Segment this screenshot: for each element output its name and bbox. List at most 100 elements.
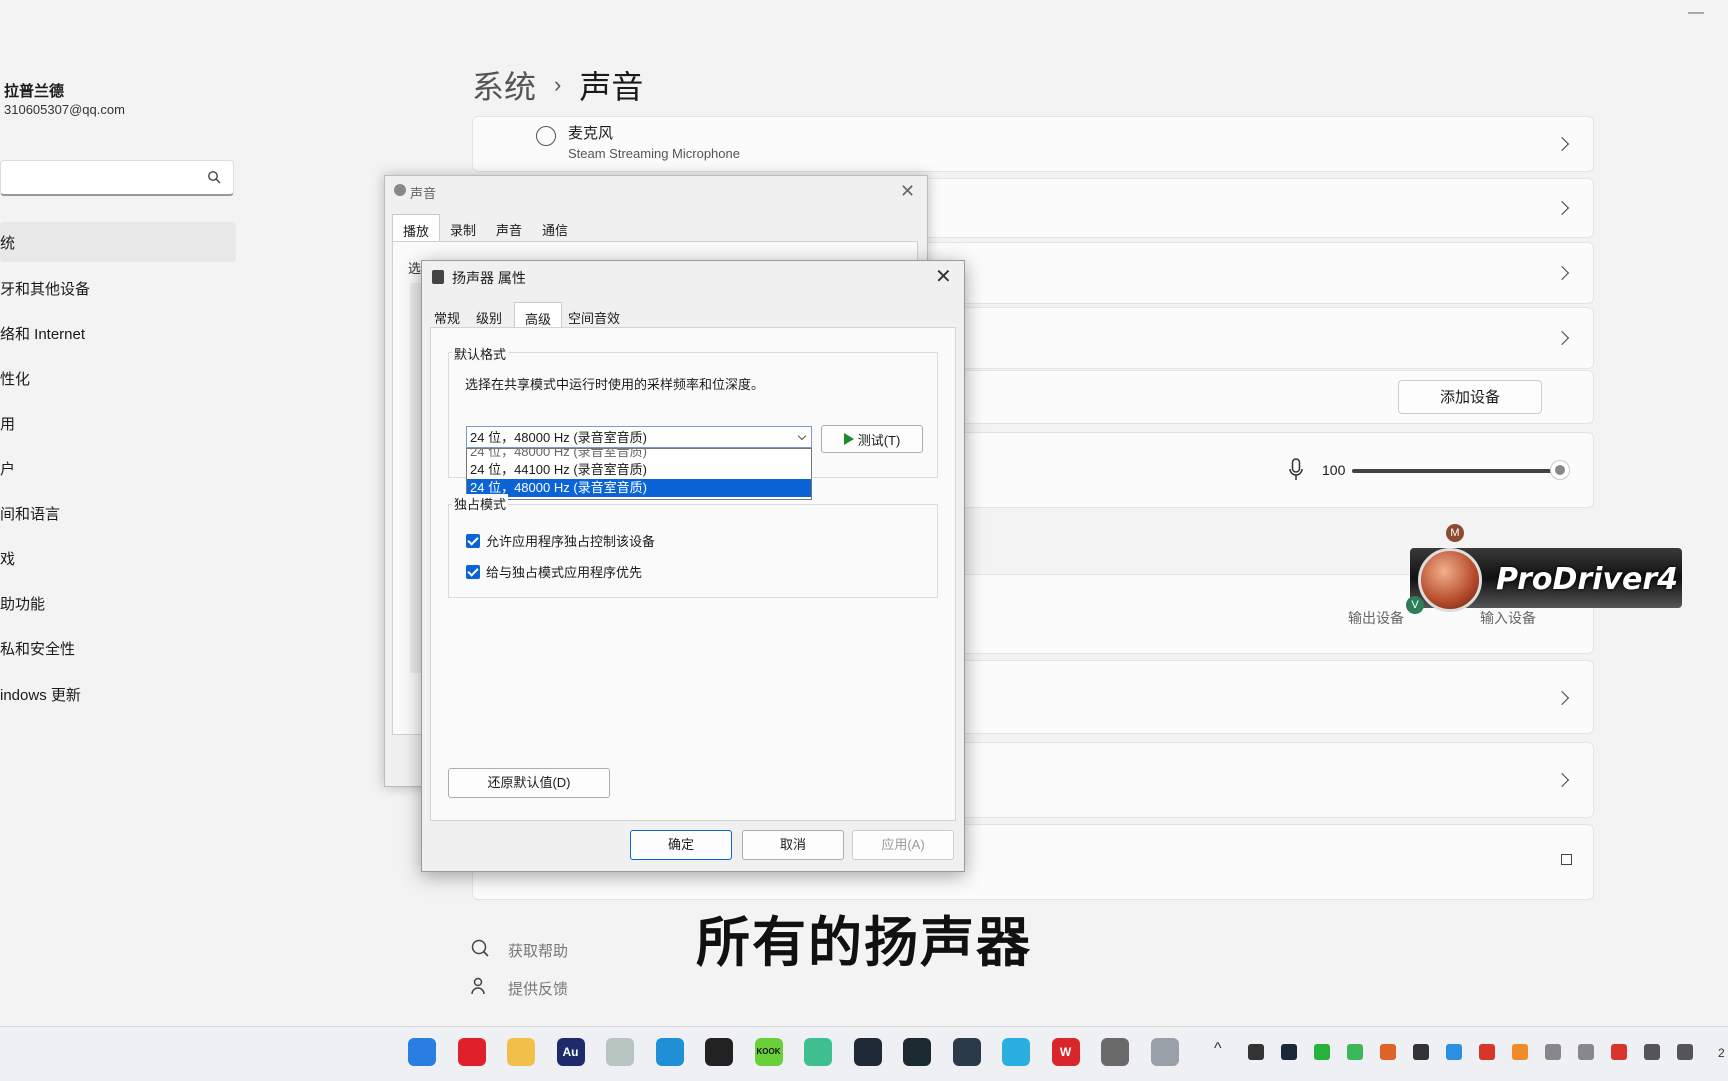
tray-icon[interactable] bbox=[1479, 1044, 1495, 1060]
tray-icon[interactable] bbox=[1314, 1044, 1330, 1060]
taskbar-app-edge[interactable] bbox=[655, 1038, 684, 1066]
taskbar-app-netease-music[interactable] bbox=[457, 1038, 486, 1066]
taskbar-app-wps[interactable]: W bbox=[1051, 1038, 1080, 1066]
volume-value: 100 bbox=[1322, 462, 1346, 478]
nav-item-privacy[interactable]: 私和安全性 bbox=[0, 638, 75, 659]
exclusive-allow-checkbox[interactable] bbox=[466, 533, 480, 548]
taskbar-app-shield-app[interactable] bbox=[1002, 1038, 1030, 1066]
tray-icon[interactable] bbox=[1611, 1044, 1627, 1060]
taskbar-app-start[interactable] bbox=[408, 1038, 436, 1066]
dropdown-option[interactable]: 24 位，44100 Hz (录音室音质) bbox=[467, 461, 811, 479]
tray-icon[interactable] bbox=[1644, 1044, 1660, 1060]
volume-slider-thumb[interactable] bbox=[1549, 460, 1570, 480]
nav-item-system[interactable]: 统 bbox=[0, 232, 15, 253]
dropdown-option-selected[interactable]: 24 位，48000 Hz (录音室音质) bbox=[467, 479, 811, 497]
exclusive-allow-row[interactable]: 允许应用程序独占控制该设备 bbox=[466, 531, 655, 550]
taskbar-app-capcut[interactable] bbox=[853, 1038, 882, 1066]
tray-icon[interactable] bbox=[1347, 1044, 1363, 1060]
tray-icon[interactable] bbox=[1380, 1044, 1396, 1060]
nav-item-windows-update[interactable]: indows 更新 bbox=[0, 684, 81, 705]
nav-item-accessibility[interactable]: 助功能 bbox=[0, 593, 45, 614]
nav-item-bluetooth[interactable]: 牙和其他设备 bbox=[0, 278, 90, 299]
tray-icon[interactable] bbox=[1545, 1044, 1561, 1060]
tray-icon[interactable] bbox=[1248, 1044, 1264, 1060]
nav-item-personalization[interactable]: 性化 bbox=[0, 368, 30, 389]
restore-defaults-button[interactable]: 还原默认值(D) bbox=[448, 768, 610, 798]
microphone-radio[interactable] bbox=[536, 126, 556, 146]
chevron-right-icon bbox=[1554, 330, 1570, 346]
exclusive-allow-label: 允许应用程序独占控制该设备 bbox=[486, 534, 656, 549]
taskbar-app-file-explorer[interactable] bbox=[507, 1038, 535, 1066]
account-name: 拉普兰德 bbox=[4, 83, 65, 100]
tray-icon[interactable] bbox=[1677, 1044, 1693, 1060]
nav-item-gaming[interactable]: 戏 bbox=[0, 548, 15, 569]
cancel-button[interactable]: 取消 bbox=[742, 830, 844, 860]
ok-button[interactable]: 确定 bbox=[630, 830, 732, 860]
taskbar-app-wechat[interactable] bbox=[606, 1038, 634, 1066]
microphone-card[interactable] bbox=[472, 116, 1594, 172]
taskbar-app-audio-app[interactable] bbox=[903, 1038, 931, 1066]
nav-item-accounts[interactable]: 户 bbox=[0, 458, 15, 479]
clock[interactable]: 2 bbox=[1718, 1046, 1725, 1060]
taskbar-app-app-green[interactable] bbox=[804, 1038, 832, 1066]
settings-search-input[interactable] bbox=[0, 160, 234, 196]
feedback-icon bbox=[471, 977, 485, 995]
speaker-dialog-close-button[interactable]: ✕ bbox=[935, 264, 952, 289]
exclusive-priority-checkbox[interactable] bbox=[466, 564, 480, 579]
default-format-description: 选择在共享模式中运行时使用的采样频率和位深度。 bbox=[465, 377, 765, 392]
tray-icon[interactable] bbox=[1281, 1044, 1297, 1060]
tray-overflow-icon[interactable]: ^ bbox=[1214, 1040, 1222, 1058]
chevron-right-icon bbox=[1554, 136, 1570, 152]
sound-dialog-close-button[interactable]: ✕ bbox=[900, 181, 915, 202]
chevron-right-icon bbox=[1554, 690, 1570, 706]
speaker-icon bbox=[394, 184, 406, 196]
microphone-sublabel: Steam Streaming Microphone bbox=[568, 146, 740, 161]
sample-format-combobox[interactable]: 24 位，48000 Hz (录音室音质) bbox=[466, 426, 812, 448]
add-device-button[interactable]: 添加设备 bbox=[1398, 380, 1542, 414]
chevron-down-icon bbox=[797, 431, 807, 441]
taskbar-app-qq[interactable] bbox=[705, 1038, 733, 1066]
combo-value: 24 位，48000 Hz (录音室音质) bbox=[470, 430, 647, 445]
apply-button[interactable]: 应用(A) bbox=[852, 830, 954, 860]
chevron-right-icon bbox=[1554, 265, 1570, 281]
nav-item-apps[interactable]: 用 bbox=[0, 413, 15, 434]
taskbar-app-kook[interactable]: KOOK bbox=[754, 1038, 783, 1066]
volume-slider-track[interactable] bbox=[1352, 469, 1566, 473]
taskbar-app-audition[interactable]: Au bbox=[556, 1038, 585, 1066]
prodriver-logo bbox=[1418, 548, 1482, 612]
page-title: 声音 bbox=[579, 69, 644, 105]
microphone-label: 麦克风 bbox=[568, 125, 614, 142]
default-format-title: 默认格式 bbox=[452, 344, 509, 363]
exclusive-mode-group bbox=[448, 504, 938, 598]
tray-icon[interactable] bbox=[1413, 1044, 1429, 1060]
play-icon bbox=[843, 433, 854, 445]
nav-item-time-language[interactable]: 间和语言 bbox=[0, 503, 60, 524]
taskbar-app-settings[interactable] bbox=[1101, 1038, 1129, 1066]
sample-format-dropdown[interactable]: 24 位，48000 Hz (录音室音质) 24 位，44100 Hz (录音室… bbox=[466, 448, 812, 500]
exclusive-priority-row[interactable]: 给与独占模式应用程序优先 bbox=[466, 562, 642, 581]
tray-icon[interactable] bbox=[1512, 1044, 1528, 1060]
external-link-icon bbox=[1561, 854, 1572, 865]
taskbar-app-sound-app[interactable] bbox=[1150, 1038, 1179, 1066]
breadcrumb-parent[interactable]: 系统 bbox=[472, 62, 536, 108]
chevron-right-icon bbox=[1554, 200, 1570, 216]
dropdown-option[interactable]: 24 位，48000 Hz (录音室音质) bbox=[467, 449, 811, 461]
chevron-right-icon bbox=[1554, 772, 1570, 788]
tray-icon[interactable] bbox=[1446, 1044, 1462, 1060]
output-device-label[interactable]: 输出设备 bbox=[1348, 608, 1404, 628]
tray-icon[interactable] bbox=[1578, 1044, 1594, 1060]
test-button[interactable]: 测试(T) bbox=[821, 425, 923, 453]
microphone-icon bbox=[1289, 458, 1303, 480]
exclusive-priority-label: 给与独占模式应用程序优先 bbox=[486, 565, 643, 580]
exclusive-mode-title: 独占模式 bbox=[452, 494, 509, 513]
speaker-icon bbox=[432, 270, 444, 284]
breadcrumb: 系统 › 声音 bbox=[472, 62, 643, 108]
get-help-link[interactable]: 获取帮助 bbox=[508, 940, 568, 961]
taskbar-app-app-dark[interactable] bbox=[952, 1038, 981, 1066]
window-minimize-button[interactable]: — bbox=[1688, 4, 1704, 22]
help-icon bbox=[471, 939, 489, 957]
speaker-dialog-title: 扬声器 属性 bbox=[452, 270, 526, 286]
give-feedback-link[interactable]: 提供反馈 bbox=[508, 978, 568, 999]
input-device-label[interactable]: 输入设备 bbox=[1480, 608, 1536, 628]
nav-item-network[interactable]: 络和 Internet bbox=[0, 323, 85, 344]
